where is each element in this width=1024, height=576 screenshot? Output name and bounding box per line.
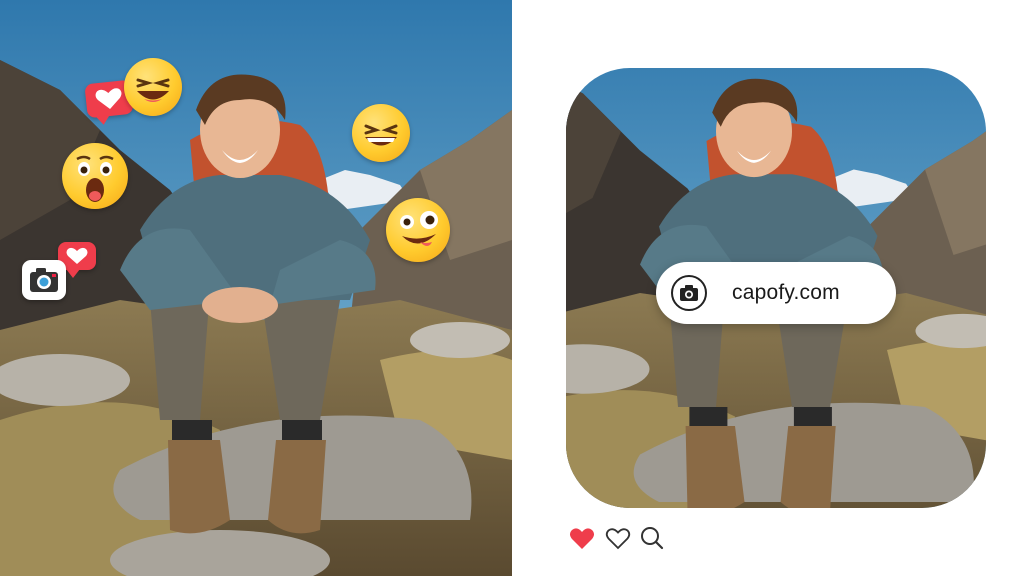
search-icon[interactable] (638, 524, 666, 552)
hiker-photo-image (0, 0, 512, 576)
heart-outline-icon[interactable] (604, 524, 632, 552)
camera-icon (671, 275, 707, 311)
grinning-squint-emoji-icon (352, 104, 410, 162)
left-photo (0, 0, 512, 576)
surprised-emoji-icon (62, 143, 128, 209)
url-pill[interactable]: capofy.com (656, 262, 896, 324)
action-bar (568, 524, 668, 552)
heart-filled-icon[interactable] (568, 524, 596, 552)
url-text: capofy.com (732, 281, 840, 304)
laughing-emoji-icon (124, 58, 182, 116)
camera-icon (22, 260, 66, 300)
zany-emoji-icon (386, 198, 450, 262)
